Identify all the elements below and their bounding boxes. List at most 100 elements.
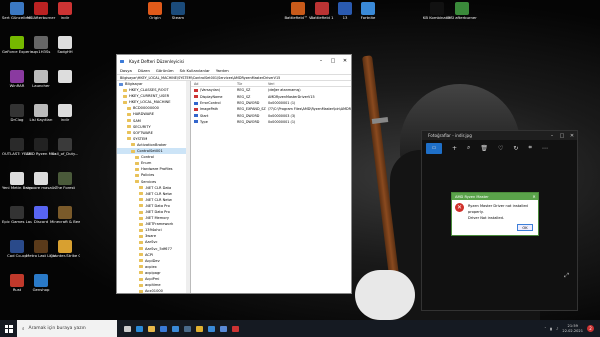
file-icon[interactable]	[50, 70, 80, 84]
task-view-icon[interactable]	[121, 320, 133, 337]
desktop-icon-label: Minecraft & Bee	[50, 220, 80, 224]
photos-taskbar-glyph	[207, 325, 215, 332]
taskbar-search-input[interactable]: ⌕ Aramak için buraya yazın	[17, 320, 117, 337]
more-icon[interactable]: ⋯	[542, 145, 548, 152]
menu-item[interactable]: Görünüm	[156, 68, 174, 73]
value-data: 0x00000001 (1)	[268, 101, 296, 106]
battlefield-v-glyph	[291, 2, 305, 15]
favorite-icon[interactable]: ♡	[498, 145, 503, 152]
counter-strike-icon[interactable]: Counter-Strike Global Offe...	[50, 240, 80, 258]
indir-glyph	[58, 2, 72, 15]
value-data: (değer atanmamış)	[268, 88, 301, 93]
lisi-kayitlari-glyph	[34, 104, 48, 117]
folder-icon	[131, 149, 135, 153]
sqlv1-glyph	[34, 36, 48, 49]
taskbar-clock[interactable]: 21:59 22.02.2021	[562, 324, 583, 333]
delete-icon[interactable]: 🗑	[480, 145, 488, 152]
regedit-window[interactable]: Kayıt Defteri Düzenleyicisi – □ ✕ Dosya D…	[116, 54, 352, 294]
tray-chevron-icon[interactable]: ˄	[544, 327, 546, 331]
minimize-icon[interactable]: –	[315, 55, 327, 67]
value-type: REG_SZ	[237, 88, 251, 93]
edge-icon[interactable]	[133, 320, 145, 337]
indir2-icon[interactable]: indir	[50, 104, 80, 122]
value-type: REG_SZ	[237, 94, 251, 99]
photos-maximize-icon[interactable]: □	[557, 131, 567, 140]
photos-titlebar[interactable]: Fotoğraflar - indir.jpg – □ ✕	[422, 131, 577, 140]
value-data: 0x00000001 (1)	[268, 119, 296, 124]
outlast-glyph	[10, 138, 24, 151]
error-dialog[interactable]: AMD Ryzen Master ✕ ✕ Ryzen Master Driver…	[451, 192, 539, 236]
photos-taskbar-icon[interactable]	[205, 320, 217, 337]
registry-value-icon	[194, 88, 198, 92]
tree-item[interactable]: Acx01000	[117, 288, 190, 293]
folder-icon	[123, 100, 127, 104]
value-name-cell: DisplayName	[191, 95, 237, 99]
fortnite-icon[interactable]: Fortnite	[353, 2, 383, 20]
menu-item[interactable]: Sık Kullanılanlar	[180, 68, 210, 73]
tree-scrollbar[interactable]	[186, 81, 190, 293]
chrome-icon[interactable]	[193, 320, 205, 337]
folder-icon	[139, 186, 143, 190]
menu-item[interactable]: Düzen	[138, 68, 150, 73]
call-of-duty-icon[interactable]: Call_of_Duty...	[50, 138, 80, 156]
dialog-close-icon[interactable]: ✕	[530, 193, 538, 200]
minecraft-icon[interactable]: Minecraft & Bee	[50, 206, 80, 224]
maximize-icon[interactable]: □	[327, 55, 339, 67]
regedit-values[interactable]: Ad Tür Veri (Varsayılan) REG_SZ (değer ata…	[191, 81, 351, 293]
store-icon[interactable]	[157, 320, 169, 337]
msi-afterburner-top-icon[interactable]: MSI afterburner	[447, 2, 477, 20]
value-type: REG_DWORD	[237, 101, 260, 106]
the-forest-icon[interactable]: The Forest	[50, 172, 80, 190]
column-type[interactable]: Tür	[237, 82, 268, 86]
dialog-line-2: Driver Not installed.	[468, 216, 505, 220]
amd-taskbar-icon[interactable]	[229, 320, 241, 337]
value-row[interactable]: Type REG_DWORD 0x00000001 (1)	[191, 119, 351, 125]
folder-icon	[139, 259, 143, 263]
regedit-taskbar-icon[interactable]	[217, 320, 229, 337]
sadgdh-icon[interactable]: SadgHH	[50, 36, 80, 54]
msiafterburner-glyph	[34, 2, 48, 15]
desktop-icon-label: Genshop	[32, 288, 50, 292]
launcher-glyph	[34, 70, 48, 83]
menu-item[interactable]: Yardım	[216, 68, 229, 73]
ok-button[interactable]: OK	[517, 224, 533, 231]
registry-value-icon	[194, 107, 198, 111]
volume-icon[interactable]: ♪	[556, 327, 558, 331]
regedit-titlebar[interactable]: Kayıt Defteri Düzenleyicisi – □ ✕	[117, 55, 351, 67]
value-type: REG_DWORD	[237, 113, 260, 118]
column-data[interactable]: Veri	[268, 82, 351, 86]
windows-icon	[4, 324, 13, 333]
dialog-titlebar[interactable]: AMD Ryzen Master ✕	[452, 193, 538, 200]
explorer-icon[interactable]	[145, 320, 157, 337]
mail-icon[interactable]	[169, 320, 181, 337]
rotate-icon[interactable]: ↻	[513, 145, 518, 152]
folder-icon	[127, 119, 131, 123]
zoom-icon[interactable]: ⌕	[467, 144, 470, 152]
crop-icon[interactable]: ⌗	[528, 144, 531, 152]
network-icon[interactable]: ▮	[550, 327, 552, 331]
desktop-icon-label: MSI afterburner	[447, 16, 477, 20]
explorer-glyph	[147, 325, 155, 332]
chrome-glyph	[195, 325, 203, 332]
value-name-cell: ErrorControl	[191, 101, 237, 105]
tree-item-label: Acx01000	[145, 289, 163, 293]
fullscreen-icon[interactable]: ⤢	[564, 272, 569, 280]
notification-badge[interactable]: 2	[587, 325, 594, 332]
regedit-address-bar[interactable]: Bilgisayar\HKEY_LOCAL_MACHINE\SYSTEM\Con…	[117, 74, 351, 81]
genshin-icon[interactable]: Genshop	[26, 274, 56, 292]
column-name[interactable]: Ad	[191, 82, 237, 86]
indir-icon[interactable]: indir	[50, 2, 80, 20]
see-all-photos-icon[interactable]: ▭	[426, 142, 442, 154]
close-icon[interactable]: ✕	[339, 55, 351, 67]
folder-icon	[139, 271, 143, 275]
regedit-tree[interactable]: Bilgisayar HKEY_CLASSES_ROOT HKEY_CURRENT_…	[117, 81, 191, 293]
start-button[interactable]	[0, 320, 17, 337]
steam-taskbar-icon[interactable]	[181, 320, 193, 337]
value-data: AMDRyzenMasterDriverV15	[268, 94, 315, 99]
game-glyph	[338, 2, 352, 15]
steam-icon[interactable]: Steam	[163, 2, 193, 20]
add-icon[interactable]: +	[452, 145, 457, 152]
menu-item[interactable]: Dosya	[120, 68, 132, 73]
photos-minimize-icon[interactable]: –	[547, 131, 557, 140]
photos-close-icon[interactable]: ✕	[567, 131, 577, 140]
